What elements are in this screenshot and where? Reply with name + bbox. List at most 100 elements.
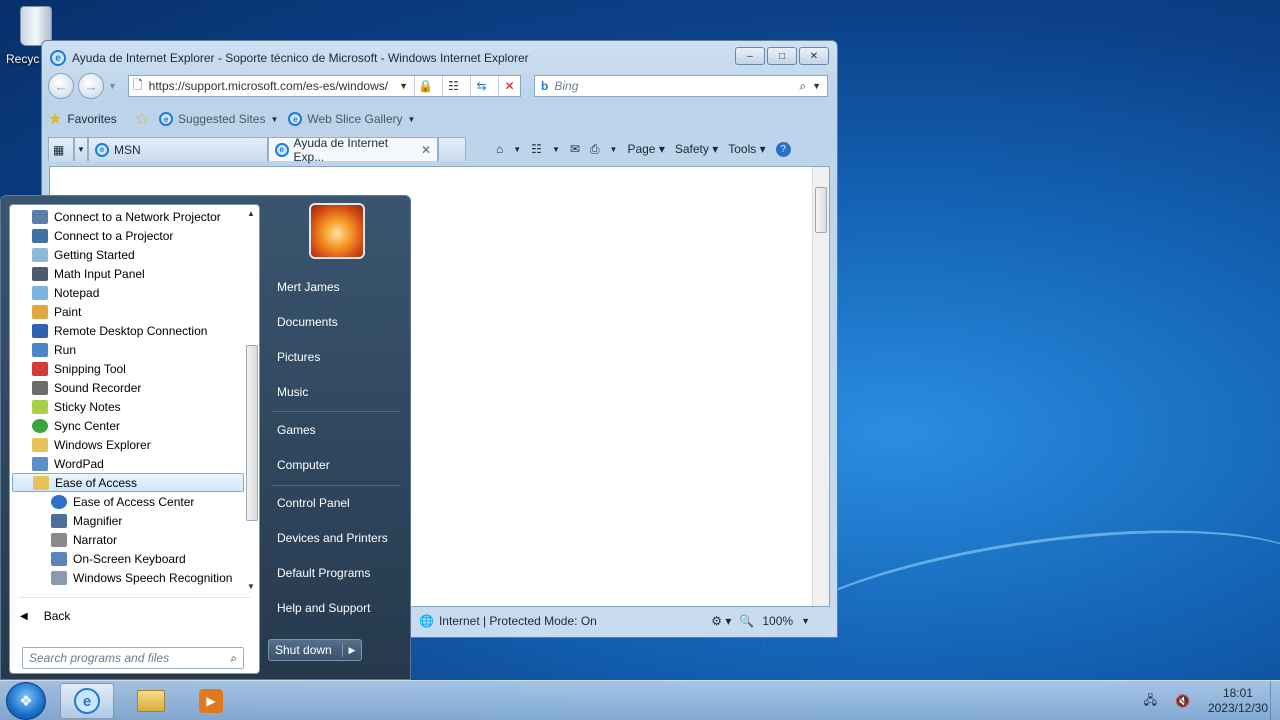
search-icon[interactable]: ⌕ bbox=[230, 651, 237, 666]
help-icon[interactable]: ? bbox=[775, 141, 791, 157]
program-notepad[interactable]: Notepad bbox=[12, 283, 244, 302]
scrollbar-thumb[interactable] bbox=[246, 345, 258, 521]
search-box[interactable]: b Bing ⌕ ▼ bbox=[534, 75, 828, 97]
web-slice-gallery-button[interactable]: e Web Slice Gallery ▼ bbox=[288, 112, 415, 126]
folder-ease-of-access[interactable]: Ease of Access bbox=[12, 473, 244, 492]
shutdown-options-icon[interactable]: ▶ bbox=[343, 645, 361, 656]
home-icon[interactable]: ⌂ bbox=[496, 142, 503, 156]
divider bbox=[18, 597, 250, 598]
feeds-icon[interactable]: ☷ bbox=[531, 142, 542, 156]
back-arrow-icon: ◀ bbox=[20, 610, 28, 622]
program-narrator[interactable]: Narrator bbox=[12, 530, 244, 549]
program-snipping-tool[interactable]: Snipping Tool bbox=[12, 359, 244, 378]
minimize-button[interactable]: – bbox=[735, 47, 765, 65]
program-paint[interactable]: Paint bbox=[12, 302, 244, 321]
scroll-down-icon[interactable]: ▼ bbox=[247, 582, 255, 591]
program-run[interactable]: Run bbox=[12, 340, 244, 359]
show-desktop-button[interactable] bbox=[1270, 681, 1280, 720]
chevron-down-icon[interactable]: ▼ bbox=[513, 145, 521, 154]
address-input[interactable]: https://support.microsoft.com/es-es/wind… bbox=[149, 79, 393, 93]
start-search-input[interactable]: Search programs and files bbox=[29, 651, 230, 665]
program-sticky-notes[interactable]: Sticky Notes bbox=[12, 397, 244, 416]
maximize-button[interactable]: □ bbox=[767, 47, 797, 65]
zoom-dropdown-icon[interactable]: ▼ bbox=[801, 616, 810, 626]
quick-tabs-button[interactable]: ▦ bbox=[48, 137, 74, 161]
right-item-games[interactable]: Games bbox=[277, 423, 316, 437]
favorites-button[interactable]: ★ Favorites bbox=[48, 109, 117, 129]
program-on-screen-keyboard[interactable]: On-Screen Keyboard bbox=[12, 549, 244, 568]
back-button[interactable]: ◀ Back bbox=[20, 609, 70, 623]
tab-msn[interactable]: e MSN bbox=[88, 137, 268, 161]
right-item-documents[interactable]: Documents bbox=[277, 315, 338, 329]
protected-mode-icon[interactable]: ⚙ ▾ bbox=[711, 614, 731, 628]
shutdown-button[interactable]: Shut down ▶ bbox=[268, 639, 362, 661]
right-item-devices-printers[interactable]: Devices and Printers bbox=[277, 531, 388, 545]
right-item-default-programs[interactable]: Default Programs bbox=[277, 566, 370, 580]
right-item-pictures[interactable]: Pictures bbox=[277, 350, 320, 364]
recent-pages-dropdown-icon[interactable]: ▼ bbox=[108, 81, 117, 91]
microphone-icon bbox=[51, 570, 67, 585]
print-icon[interactable]: ⎙ bbox=[590, 142, 600, 157]
program-speech-recognition[interactable]: Windows Speech Recognition bbox=[12, 568, 244, 587]
network-icon[interactable]: 🖧 bbox=[1144, 691, 1157, 712]
right-item-computer[interactable]: Computer bbox=[277, 458, 330, 472]
right-item-help-support[interactable]: Help and Support bbox=[277, 601, 370, 615]
programs-scrollbar[interactable]: ▲ ▼ bbox=[245, 207, 259, 593]
address-dropdown-icon[interactable]: ▼ bbox=[399, 81, 408, 91]
programs-pane: Connect to a Network Projector Connect t… bbox=[9, 204, 260, 674]
taskbar-media-player-button[interactable]: ▶ bbox=[184, 683, 238, 719]
media-player-icon: ▶ bbox=[199, 689, 223, 713]
program-connect-projector[interactable]: Connect to a Projector bbox=[12, 226, 244, 245]
back-arrow-button[interactable]: ← bbox=[48, 73, 74, 99]
zoom-control[interactable]: ⚙ ▾ 🔍 100% ▼ bbox=[711, 614, 810, 628]
ie-page-icon: e bbox=[159, 112, 174, 126]
security-zone[interactable]: 🌐 Internet | Protected Mode: On bbox=[419, 614, 597, 628]
program-math-input-panel[interactable]: Math Input Panel bbox=[12, 264, 244, 283]
tools-menu[interactable]: Tools ▾ bbox=[728, 142, 765, 156]
page-menu[interactable]: Page ▾ bbox=[627, 142, 664, 156]
user-picture[interactable] bbox=[309, 203, 365, 259]
projector-icon bbox=[32, 228, 48, 243]
start-button[interactable]: ❖ bbox=[6, 682, 46, 720]
search-dropdown-icon[interactable]: ▼ bbox=[812, 81, 821, 91]
page-scrollbar[interactable] bbox=[812, 167, 829, 606]
chevron-down-icon[interactable]: ▼ bbox=[552, 145, 560, 154]
tab-ayuda[interactable]: e Ayuda de Internet Exp... ✕ bbox=[268, 136, 438, 164]
scrollbar-thumb[interactable] bbox=[815, 187, 827, 233]
clock[interactable]: 18:01 2023/12/30 bbox=[1208, 686, 1268, 716]
safety-menu[interactable]: Safety ▾ bbox=[675, 142, 718, 156]
start-search-box[interactable]: Search programs and files ⌕ bbox=[22, 647, 244, 669]
program-magnifier[interactable]: Magnifier bbox=[12, 511, 244, 530]
refresh-icon[interactable]: ⇆ bbox=[470, 76, 492, 96]
volume-muted-icon[interactable]: 🔇 bbox=[1175, 694, 1190, 708]
right-item-control-panel[interactable]: Control Panel bbox=[277, 496, 350, 510]
scroll-up-icon[interactable]: ▲ bbox=[247, 209, 255, 218]
taskbar-ie-button[interactable]: e bbox=[60, 683, 114, 719]
program-remote-desktop[interactable]: Remote Desktop Connection bbox=[12, 321, 244, 340]
stop-icon[interactable]: ✕ bbox=[498, 76, 520, 96]
program-ease-of-access-center[interactable]: Ease of Access Center bbox=[12, 492, 244, 511]
compatibility-view-icon[interactable]: ☷ bbox=[442, 76, 464, 96]
program-windows-explorer[interactable]: Windows Explorer bbox=[12, 435, 244, 454]
search-icon[interactable]: ⌕ bbox=[799, 79, 806, 94]
lock-icon[interactable]: 🔒 bbox=[414, 76, 436, 96]
right-item-music[interactable]: Music bbox=[277, 385, 308, 399]
program-sync-center[interactable]: Sync Center bbox=[12, 416, 244, 435]
chevron-down-icon[interactable]: ▼ bbox=[610, 145, 618, 154]
address-bar[interactable]: 🗋 https://support.microsoft.com/es-es/wi… bbox=[128, 75, 521, 97]
tab-list-dropdown[interactable]: ▼ bbox=[74, 137, 88, 161]
suggested-sites-button[interactable]: e Suggested Sites ▼ bbox=[159, 112, 278, 126]
program-wordpad[interactable]: WordPad bbox=[12, 454, 244, 473]
right-item-user[interactable]: Mert James bbox=[277, 280, 340, 294]
forward-arrow-button[interactable]: → bbox=[78, 73, 104, 99]
close-button[interactable]: ✕ bbox=[799, 47, 829, 65]
taskbar-explorer-button[interactable] bbox=[124, 683, 178, 719]
new-tab-button[interactable] bbox=[438, 137, 466, 161]
mail-icon[interactable]: ✉ bbox=[570, 142, 580, 156]
program-connect-network-projector[interactable]: Connect to a Network Projector bbox=[12, 207, 244, 226]
search-input[interactable]: Bing bbox=[554, 79, 793, 93]
program-sound-recorder[interactable]: Sound Recorder bbox=[12, 378, 244, 397]
add-favorites-icon[interactable]: ☆ bbox=[135, 109, 149, 129]
close-tab-icon[interactable]: ✕ bbox=[421, 143, 431, 157]
program-getting-started[interactable]: Getting Started bbox=[12, 245, 244, 264]
